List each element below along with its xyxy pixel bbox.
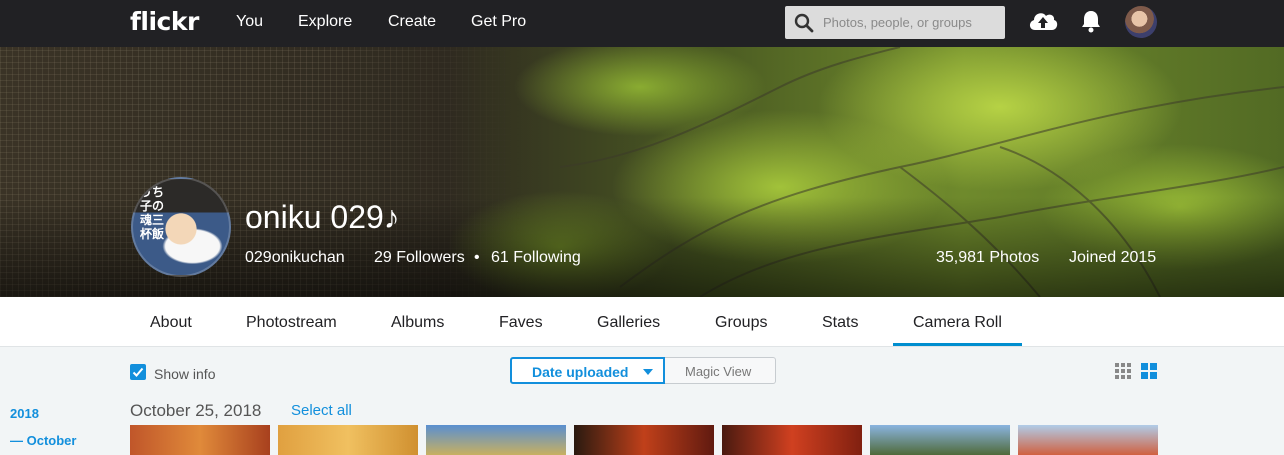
nav-link-create[interactable]: Create — [388, 13, 436, 31]
chevron-down-icon — [643, 369, 653, 375]
flickr-logo[interactable]: flickr — [130, 7, 199, 36]
small-grid-view-icon[interactable] — [1115, 363, 1131, 379]
photo-thumbnail[interactable] — [574, 425, 714, 455]
top-navigation-bar: flickr You Explore Create Get Pro Photos… — [0, 0, 1284, 47]
tab-faves[interactable]: Faves — [499, 314, 543, 332]
cloud-upload-icon[interactable] — [1027, 8, 1059, 34]
checkmark-icon — [132, 367, 144, 377]
nav-link-you[interactable]: You — [236, 13, 263, 31]
tab-galleries[interactable]: Galleries — [597, 314, 660, 332]
profile-display-name: oniku 029♪ — [245, 199, 400, 235]
magic-view-label: Magic View — [685, 364, 752, 379]
tab-stats[interactable]: Stats — [822, 314, 858, 332]
search-placeholder: Photos, people, or groups — [823, 15, 972, 30]
tab-about[interactable]: About — [150, 314, 192, 332]
photo-thumbnail[interactable] — [870, 425, 1010, 455]
search-icon — [794, 13, 814, 33]
show-info-checkbox[interactable] — [130, 364, 146, 380]
tab-photostream[interactable]: Photostream — [246, 314, 337, 332]
active-tab-indicator — [893, 343, 1022, 346]
sort-date-uploaded-button[interactable]: Date uploaded — [510, 357, 665, 384]
photo-thumbnail[interactable] — [130, 425, 270, 455]
timeline-year[interactable]: 2018 — [10, 406, 39, 421]
meta-separator: • — [474, 249, 480, 266]
tab-groups[interactable]: Groups — [715, 314, 767, 332]
nav-link-explore[interactable]: Explore — [298, 13, 352, 31]
profile-avatar[interactable]: うち子の魂三杯飯 — [131, 177, 231, 277]
sort-date-uploaded-label: Date uploaded — [532, 364, 629, 380]
photo-count: 35,981 Photos — [936, 249, 1040, 266]
photo-thumbnail[interactable] — [426, 425, 566, 455]
user-avatar[interactable] — [1125, 6, 1157, 38]
following-link[interactable]: 61 Following — [491, 249, 581, 267]
photo-thumbnail[interactable] — [722, 425, 862, 455]
photo-thumbnail[interactable] — [1018, 425, 1158, 455]
date-group-heading: October 25, 2018 — [130, 401, 262, 420]
cover-photo: うち子の魂三杯飯 oniku 029♪ 029onikuchan 29 Foll… — [0, 47, 1284, 297]
followers-link[interactable]: 29 Followers — [374, 249, 465, 267]
magic-view-button[interactable]: Magic View — [665, 357, 776, 384]
select-all-link[interactable]: Select all — [291, 402, 352, 419]
search-input[interactable]: Photos, people, or groups — [785, 6, 1005, 39]
large-grid-view-icon[interactable] — [1141, 363, 1157, 379]
notifications-bell-icon[interactable] — [1080, 9, 1102, 33]
tab-camera-roll[interactable]: Camera Roll — [913, 314, 1002, 332]
avatar-lettering: うち子の魂三杯飯 — [140, 185, 165, 241]
tab-albums[interactable]: Albums — [391, 314, 444, 332]
joined-date: Joined 2015 — [1069, 249, 1157, 266]
nav-link-get-pro[interactable]: Get Pro — [471, 13, 526, 31]
profile-subnav: About Photostream Albums Faves Galleries… — [0, 297, 1284, 347]
profile-username: 029onikuchan — [245, 249, 345, 266]
show-info-label[interactable]: Show info — [154, 366, 215, 382]
photo-thumbnail[interactable] — [278, 425, 418, 455]
